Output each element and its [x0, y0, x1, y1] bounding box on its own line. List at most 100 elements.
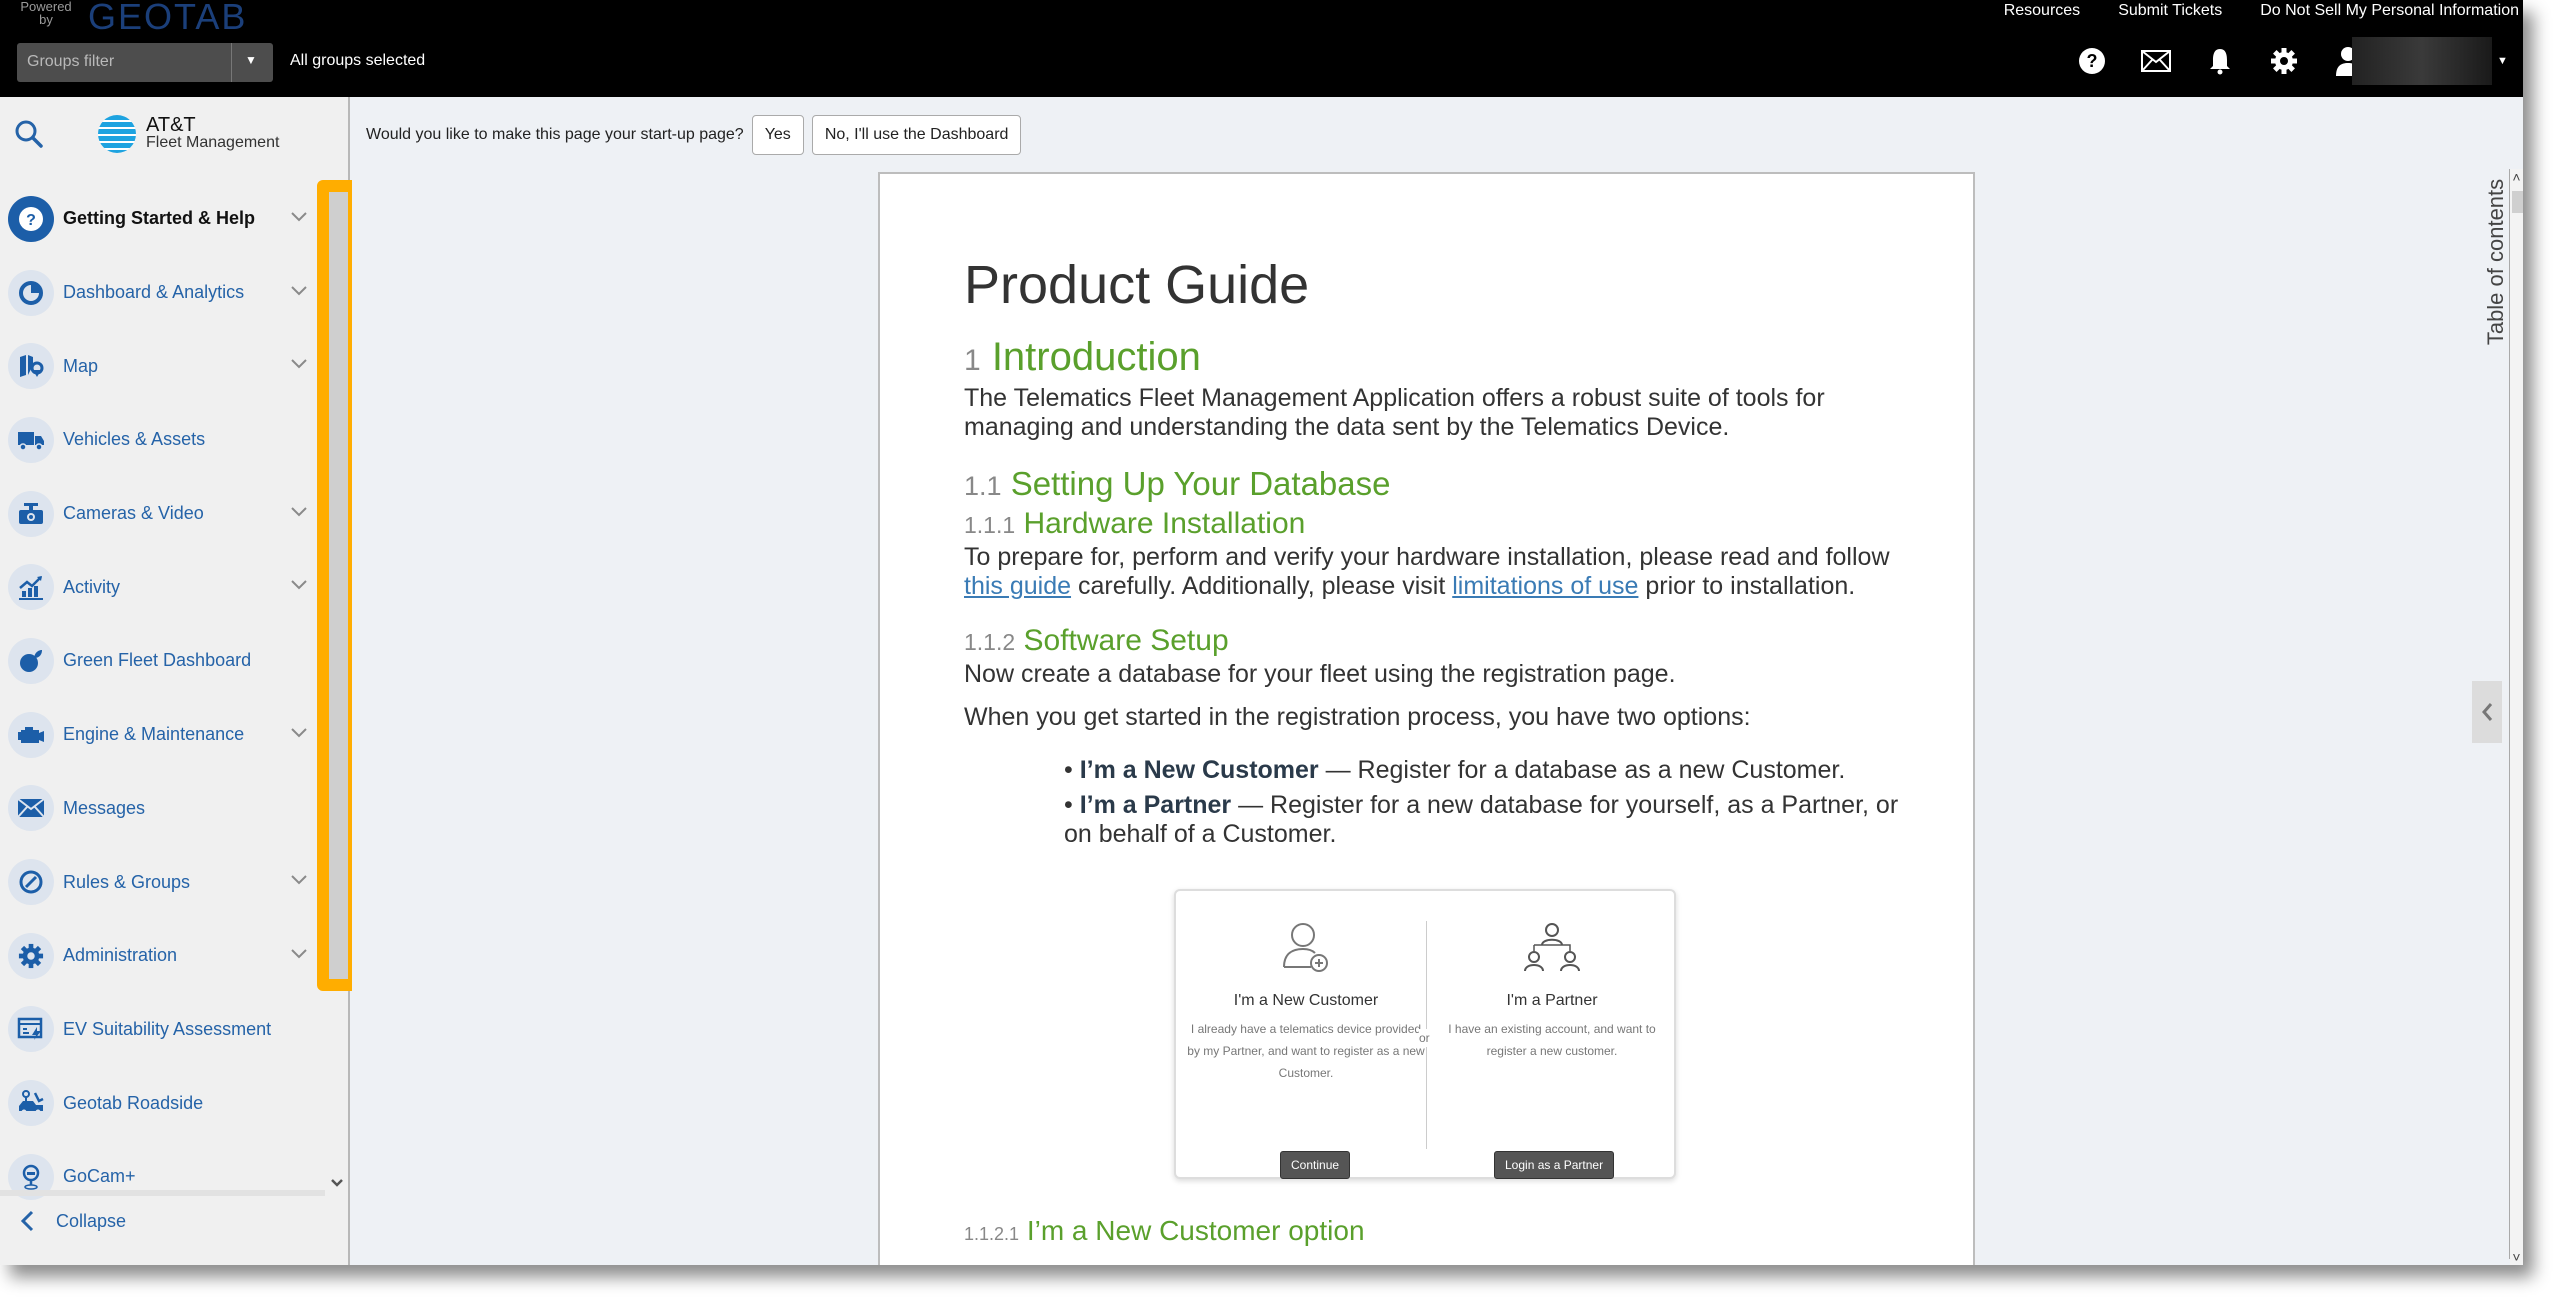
groups-filter-divider [231, 43, 232, 82]
sidebar-item-administration[interactable]: Administration [0, 919, 330, 993]
user-name-redacted[interactable] [2352, 37, 2492, 85]
sidebar-item-green-fleet[interactable]: Green Fleet Dashboard [0, 624, 330, 698]
scrollbar-thumb[interactable] [2512, 191, 2523, 213]
chevron-down-icon[interactable] [290, 578, 308, 596]
collapse-button[interactable]: Collapse [20, 1210, 126, 1232]
camera-icon [8, 490, 54, 537]
continue-button[interactable]: Continue [1280, 1151, 1351, 1179]
settings-button[interactable] [2252, 47, 2316, 75]
text: prior to installation. [1638, 572, 1856, 600]
user-menu-caret-icon[interactable]: ▼ [2497, 55, 2508, 67]
caret-down-icon[interactable]: ▼ [245, 53, 257, 67]
gear-icon [2271, 48, 2297, 74]
sidebar: AT&T Fleet Management ? Getting Started … [0, 97, 350, 1265]
this-guide-link[interactable]: this guide [964, 572, 1071, 600]
partner-title: I'm a Partner [1506, 992, 1598, 1009]
sidebar-item-messages[interactable]: Messages [0, 772, 330, 846]
sidebar-item-map[interactable]: Map [0, 329, 330, 403]
sidebar-item-getting-started[interactable]: ? Getting Started & Help [0, 182, 330, 256]
paragraph: When you get started in the registration… [964, 703, 1751, 731]
top-icons: ? [2060, 46, 2380, 76]
chevron-down-icon[interactable] [290, 873, 308, 891]
section-number: 1.1.2 [964, 629, 1016, 655]
groups-selected-label: All groups selected [290, 52, 426, 69]
pie-chart-icon [8, 269, 54, 316]
sidebar-item-rules-groups[interactable]: Rules & Groups [0, 845, 330, 919]
powered-by-label: Powered by [20, 0, 72, 27]
startup-question: Would you like to make this page your st… [366, 126, 744, 143]
startup-no-button[interactable]: No, I'll use the Dashboard [811, 115, 1022, 155]
sidebar-search-button[interactable] [14, 119, 44, 154]
leaf-icon [8, 637, 54, 684]
document-body: Product Guide 1 Introduction The Telemat… [964, 254, 1914, 1265]
sidebar-item-geotab-roadside[interactable]: Geotab Roadside [0, 1066, 330, 1140]
ev-icon [8, 1006, 54, 1053]
limitations-of-use-link[interactable]: limitations of use [1452, 572, 1638, 600]
sidebar-item-label: Cameras & Video [63, 503, 204, 524]
help-button[interactable]: ? [2060, 47, 2124, 75]
chevron-down-icon [331, 1179, 343, 1187]
resources-link[interactable]: Resources [2004, 2, 2080, 20]
sidebar-horizontal-scrollbar[interactable] [0, 1190, 325, 1196]
table-of-contents-tab[interactable]: Table of contents [2476, 169, 2508, 369]
sidebar-item-ev-suitability[interactable]: EV Suitability Assessment [0, 993, 330, 1067]
sidebar-item-cameras-video[interactable]: Cameras & Video [0, 477, 330, 551]
section-heading: 1.1.2.1 I’m a New Customer option [964, 1215, 1914, 1247]
brand-line1: AT&T [146, 114, 196, 136]
groups-filter-placeholder: Groups filter [27, 53, 115, 70]
startup-yes-button[interactable]: Yes [751, 115, 804, 155]
paragraph: The Telematics Fleet Management Applicat… [964, 384, 1825, 441]
document-scrollbar[interactable]: ˄ ˅ [2510, 169, 2523, 1265]
or-label: or [1419, 1029, 1430, 1047]
chevron-down-icon[interactable] [290, 505, 308, 523]
sidebar-item-label: Vehicles & Assets [63, 429, 206, 450]
groups-filter[interactable]: Groups filter ▼ [17, 43, 273, 82]
chevron-left-icon [2482, 703, 2493, 721]
new-customer-title: I'm a New Customer [1233, 992, 1379, 1009]
chevron-up-icon[interactable]: ˄ [2510, 169, 2523, 185]
startup-page-prompt: Would you like to make this page your st… [366, 115, 1022, 155]
chevron-down-icon[interactable] [290, 726, 308, 744]
sidebar-item-dashboard-analytics[interactable]: Dashboard & Analytics [0, 256, 330, 330]
toc-expand-button[interactable] [2472, 681, 2502, 743]
help-icon: ? [8, 195, 54, 242]
section-heading: 1.1.2 Software Setup [964, 623, 1914, 660]
chevron-down-icon[interactable]: ˅ [2510, 1249, 2523, 1265]
notifications-button[interactable] [2188, 47, 2252, 75]
section-heading: 1 Introduction [964, 334, 1914, 384]
main-content: Would you like to make this page your st… [352, 97, 2523, 1265]
sidebar-item-vehicles-assets[interactable]: Vehicles & Assets [0, 403, 330, 477]
partner-option: I'm a Partner I have an existing account… [1432, 921, 1672, 1179]
user-add-icon [1283, 923, 1328, 972]
chevron-down-icon[interactable] [290, 357, 308, 375]
sidebar-item-gocam[interactable]: GoCam+ [0, 1140, 330, 1214]
sidebar-item-label: Messages [63, 797, 146, 818]
list-item: • I’m a New Customer — Register for a da… [1064, 756, 1846, 784]
messages-button[interactable] [2124, 50, 2188, 72]
paragraph-cut-off [964, 1247, 1914, 1265]
paragraph: Now create a database for your fleet usi… [964, 660, 1676, 688]
chevron-down-icon[interactable] [290, 284, 308, 302]
chevron-left-icon [20, 1210, 34, 1232]
gear-icon [8, 932, 54, 979]
sidebar-item-engine-maintenance[interactable]: Engine & Maintenance [0, 698, 330, 772]
new-customer-desc: I already have a telematics device provi… [1187, 1022, 1425, 1080]
chevron-down-icon[interactable] [290, 210, 308, 228]
att-globe-logo [98, 115, 136, 153]
tow-truck-icon [8, 1080, 54, 1127]
document-title: Product Guide [964, 255, 1310, 315]
search-icon [15, 120, 43, 148]
sidebar-item-label: Dashboard & Analytics [63, 282, 245, 303]
sidebar-scroll-down-button[interactable] [330, 1175, 344, 1193]
do-not-sell-link[interactable]: Do Not Sell My Personal Information [2260, 2, 2519, 20]
submit-tickets-link[interactable]: Submit Tickets [2118, 2, 2222, 20]
rules-icon [8, 859, 54, 906]
login-as-partner-button[interactable]: Login as a Partner [1494, 1151, 1615, 1179]
brand-line2: Fleet Management [146, 134, 280, 151]
chevron-down-icon[interactable] [290, 947, 308, 965]
section-number: 1.1.1 [964, 512, 1016, 538]
sidebar-item-activity[interactable]: Activity [0, 550, 330, 624]
sidebar-item-label: Engine & Maintenance [63, 724, 245, 745]
section-heading: 1.1 Setting Up Your Database [964, 464, 1914, 506]
section-title: I’m a New Customer option [1026, 1215, 1365, 1246]
